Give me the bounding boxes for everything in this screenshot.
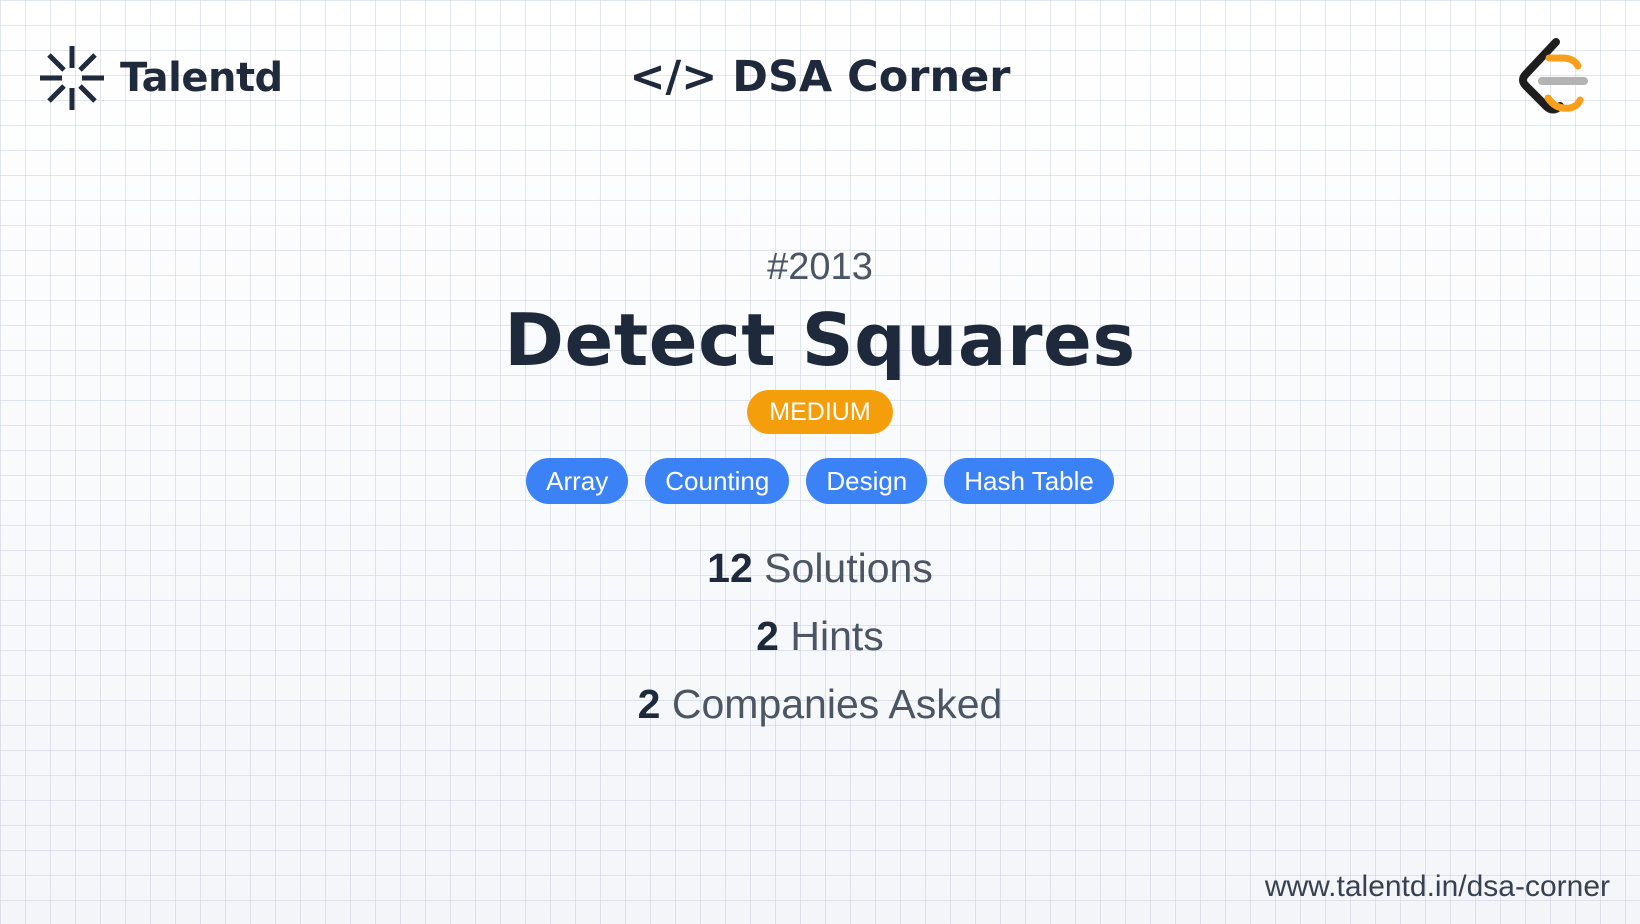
- hints-stat: 2 Hints: [0, 616, 1640, 657]
- solutions-stat: 12 Solutions: [0, 548, 1640, 589]
- page-title: </> DSA Corner: [629, 52, 1011, 102]
- tag-counting[interactable]: Counting: [645, 458, 790, 504]
- leetcode-logo-icon: [1519, 38, 1588, 114]
- solutions-label: Solutions: [764, 545, 933, 591]
- hints-label: Hints: [790, 613, 884, 659]
- problem-number: #2013: [767, 246, 873, 288]
- hints-count: 2: [756, 613, 779, 659]
- problem-card: #2013 Detect Squares MEDIUM Array Counti…: [0, 248, 1640, 725]
- tag-hash-table[interactable]: Hash Table: [944, 458, 1114, 504]
- tag-list: Array Counting Design Hash Table: [0, 458, 1640, 504]
- companies-stat: 2 Companies Asked: [0, 684, 1640, 725]
- tag-design[interactable]: Design: [806, 458, 928, 504]
- footer-url[interactable]: www.talentd.in/dsa-corner: [1265, 870, 1610, 904]
- difficulty-badge: MEDIUM: [747, 390, 893, 434]
- tag-array[interactable]: Array: [526, 458, 629, 504]
- companies-label: Companies Asked: [671, 681, 1003, 727]
- companies-count: 2: [637, 681, 661, 727]
- solutions-count: 12: [707, 545, 753, 591]
- problem-title: Detect Squares: [504, 298, 1136, 382]
